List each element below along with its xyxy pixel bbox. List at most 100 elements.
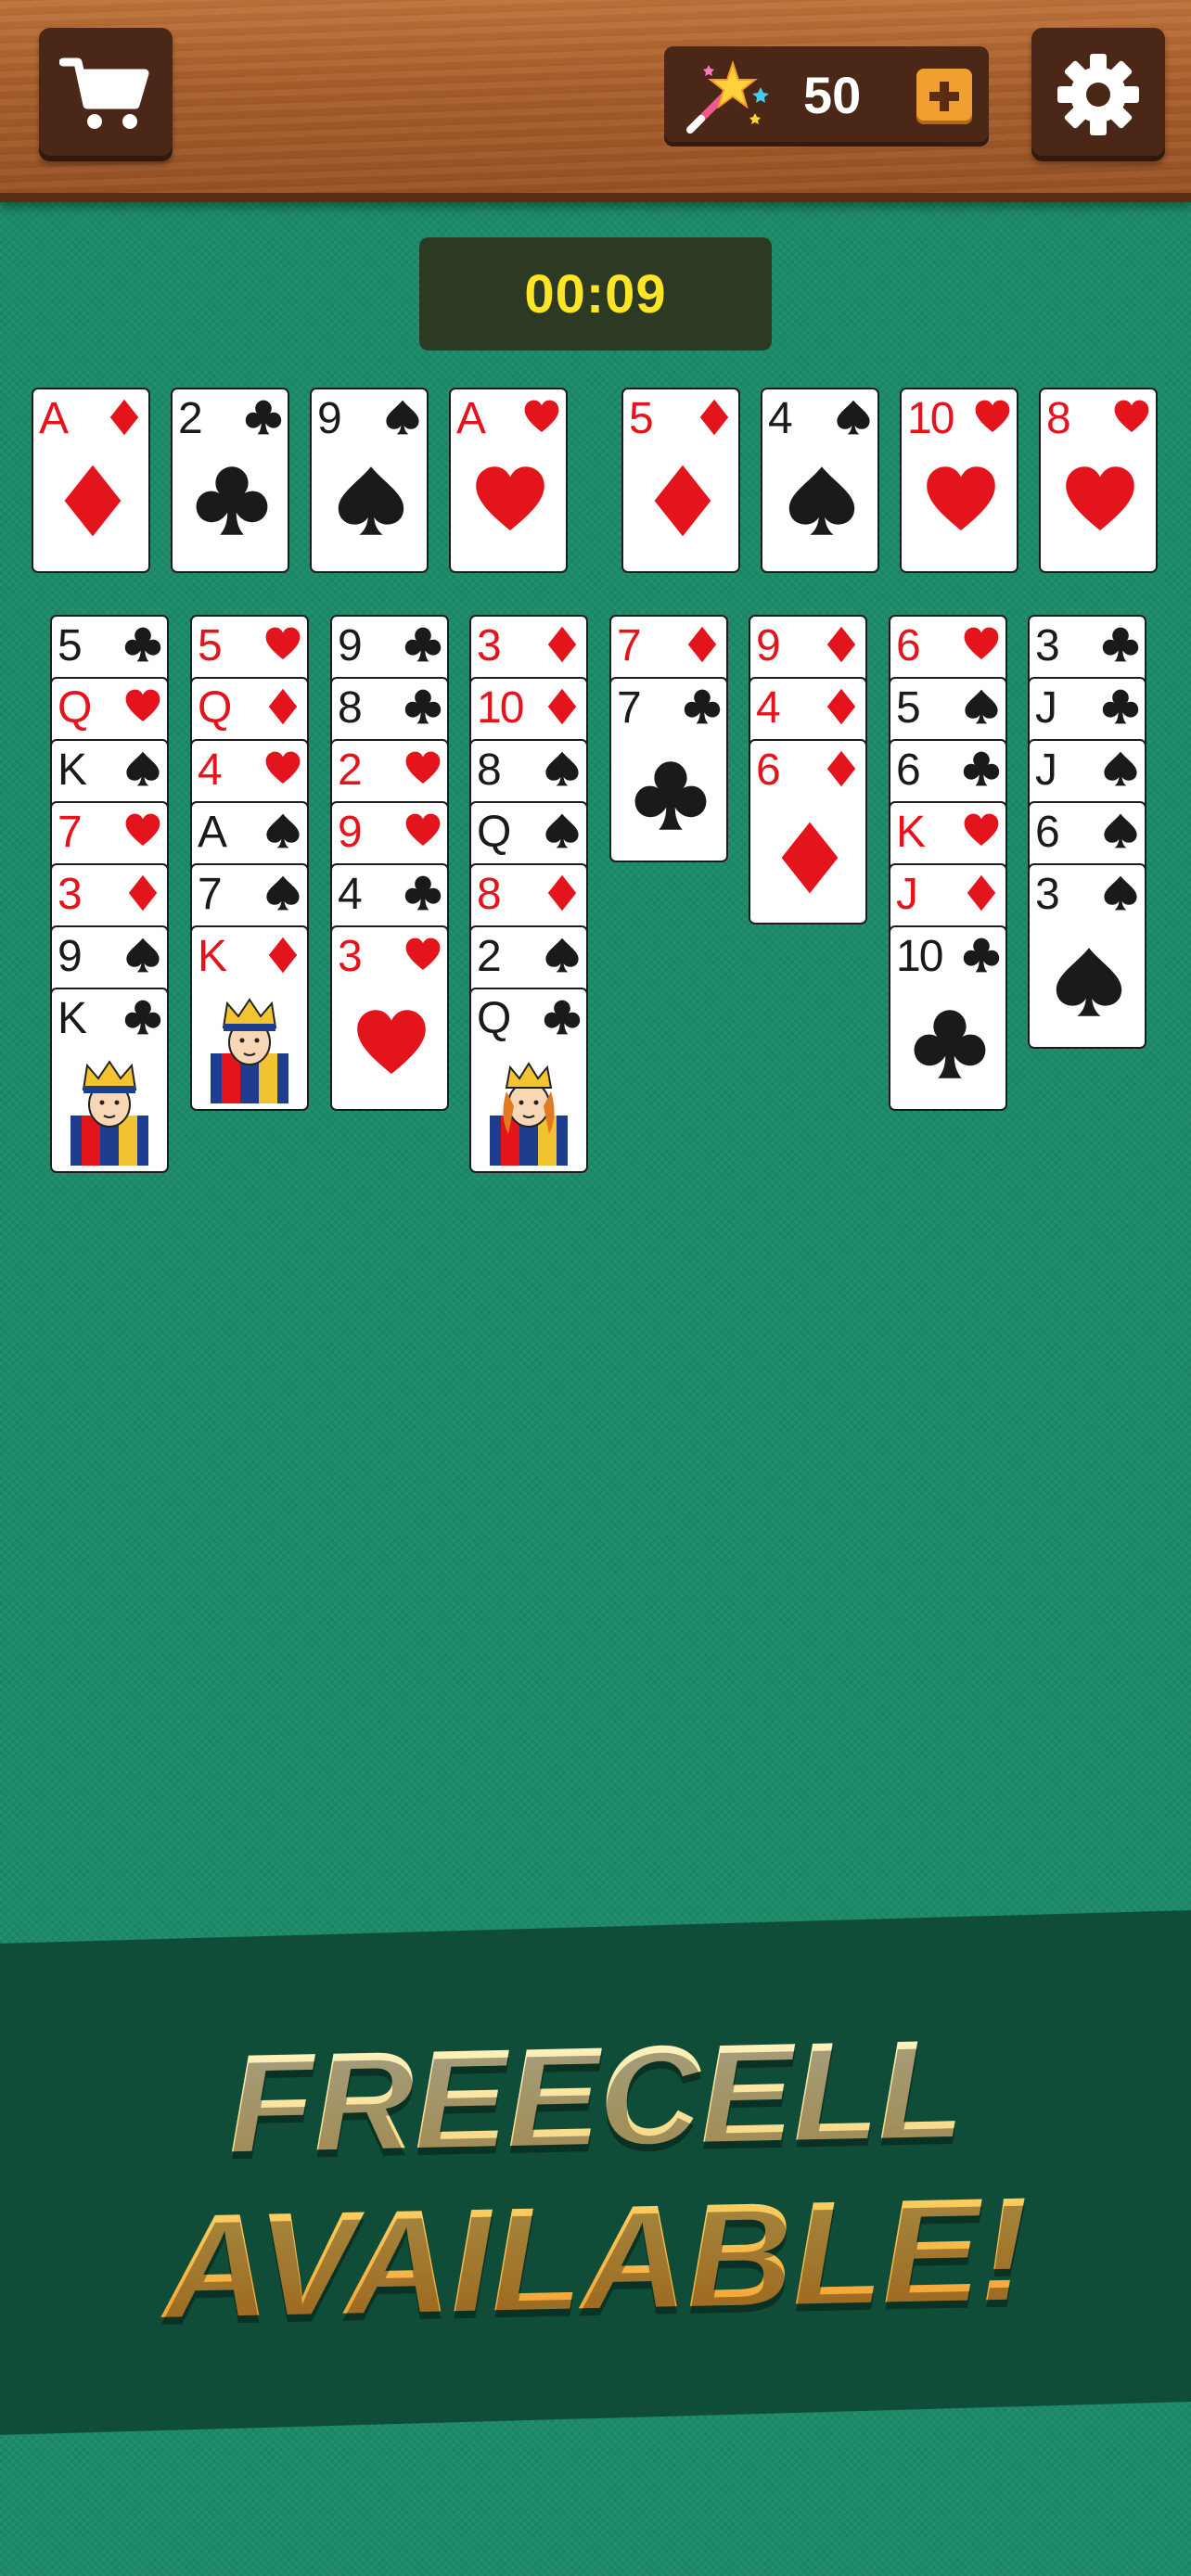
- club-center-icon: [914, 1010, 986, 1078]
- heart-icon: [265, 627, 301, 659]
- diamond-icon: [268, 688, 298, 725]
- diamond-icon: [547, 626, 577, 663]
- card-rank: 7: [58, 808, 83, 857]
- spade-center-icon: [1056, 948, 1122, 1016]
- club-icon: [963, 751, 1000, 786]
- magic-wand-icon: [686, 59, 769, 134]
- card-rank: Q: [477, 808, 511, 857]
- free-cell-card[interactable]: 4: [761, 388, 879, 573]
- heart-icon: [964, 627, 999, 659]
- diamond-icon: [687, 626, 717, 663]
- foundation-card[interactable]: 9: [310, 388, 429, 573]
- foundation-card[interactable]: A: [32, 388, 150, 573]
- foundation-card[interactable]: A: [449, 388, 568, 573]
- foundation-card[interactable]: 2: [171, 388, 289, 573]
- cart-icon: [59, 57, 149, 129]
- card-rank: 5: [58, 621, 83, 670]
- spade-icon: [126, 751, 160, 786]
- card-rank: 2: [477, 932, 502, 981]
- tableau-card[interactable]: 10: [889, 925, 1007, 1111]
- heart-icon: [975, 400, 1010, 432]
- club-center-icon: [634, 761, 707, 830]
- banner-subtitle: AVAILABLE!: [0, 2167, 1191, 2350]
- tableau-card[interactable]: K: [190, 925, 309, 1111]
- card-rank: 6: [1035, 808, 1060, 857]
- club-center-icon: [196, 466, 268, 535]
- diamond-icon: [128, 874, 158, 912]
- spade-icon: [266, 875, 300, 911]
- card-rank: 5: [896, 683, 921, 733]
- heart-icon: [524, 400, 559, 432]
- card-rank: Q: [58, 683, 92, 733]
- card-rank: 9: [317, 394, 342, 443]
- settings-button[interactable]: [1031, 28, 1165, 161]
- diamond-icon: [547, 874, 577, 912]
- card-rank: 8: [338, 683, 363, 733]
- club-icon: [1102, 627, 1139, 662]
- diamond-icon: [268, 937, 298, 974]
- heart-icon: [265, 751, 301, 784]
- heart-center-icon: [357, 1010, 426, 1074]
- club-icon: [404, 875, 442, 911]
- club-icon: [684, 689, 721, 724]
- free-cell-card[interactable]: 5: [621, 388, 740, 573]
- tableau-card[interactable]: 6: [749, 739, 867, 925]
- spade-icon: [1104, 875, 1137, 911]
- club-icon: [404, 689, 442, 724]
- free-cell-card[interactable]: 8: [1039, 388, 1158, 573]
- club-icon: [544, 1000, 581, 1035]
- card-rank: 4: [756, 683, 781, 733]
- card-rank: 4: [198, 746, 223, 795]
- heart-icon: [405, 813, 441, 846]
- spade-icon: [266, 813, 300, 848]
- diamond-center-icon: [64, 465, 122, 537]
- diamond-icon: [826, 626, 856, 663]
- top-bar: 50: [0, 0, 1191, 202]
- card-rank: A: [39, 394, 69, 443]
- card-rank: K: [896, 808, 926, 857]
- tableau-card[interactable]: 3: [1028, 863, 1146, 1049]
- card-rank: 3: [58, 870, 83, 919]
- diamond-icon: [109, 399, 139, 436]
- card-rank: A: [456, 394, 486, 443]
- diamond-icon: [967, 874, 996, 912]
- spade-icon: [545, 813, 579, 848]
- diamond-center-icon: [654, 465, 711, 537]
- card-rank: 8: [477, 870, 502, 919]
- club-icon: [124, 1000, 161, 1035]
- coin-count: 50: [803, 66, 862, 124]
- gear-icon: [1057, 54, 1139, 135]
- coin-balance-panel: 50: [664, 46, 989, 147]
- card-rank: K: [198, 932, 227, 981]
- card-rank: 9: [338, 621, 363, 670]
- spade-icon: [386, 400, 419, 435]
- card-rank: 7: [617, 683, 642, 733]
- spade-icon: [837, 400, 870, 435]
- card-rank: 5: [198, 621, 223, 670]
- banner-title: FREECELL: [0, 2009, 1191, 2183]
- card-rank: K: [58, 746, 87, 795]
- free-cell-card[interactable]: 10: [900, 388, 1018, 573]
- diamond-icon: [547, 688, 577, 725]
- shop-button[interactable]: [39, 28, 173, 161]
- heart-icon: [125, 689, 160, 721]
- club-icon: [245, 400, 282, 435]
- king-portrait-icon: [70, 1060, 148, 1166]
- card-rank: 3: [338, 932, 363, 981]
- tableau-card[interactable]: K: [50, 988, 169, 1173]
- tableau-card[interactable]: 3: [330, 925, 449, 1111]
- card-rank: 4: [768, 394, 793, 443]
- club-icon: [1102, 689, 1139, 724]
- tableau-card[interactable]: Q: [469, 988, 588, 1173]
- spade-icon: [1104, 751, 1137, 786]
- card-rank: 3: [1035, 621, 1060, 670]
- diamond-icon: [826, 688, 856, 725]
- heart-icon: [1114, 400, 1149, 432]
- diamond-icon: [826, 750, 856, 787]
- tableau-card[interactable]: 7: [609, 677, 728, 862]
- heart-icon: [125, 813, 160, 846]
- add-coins-button[interactable]: [916, 69, 972, 124]
- card-rank: 10: [896, 932, 943, 981]
- club-icon: [404, 627, 442, 662]
- king-portrait-icon: [211, 998, 288, 1103]
